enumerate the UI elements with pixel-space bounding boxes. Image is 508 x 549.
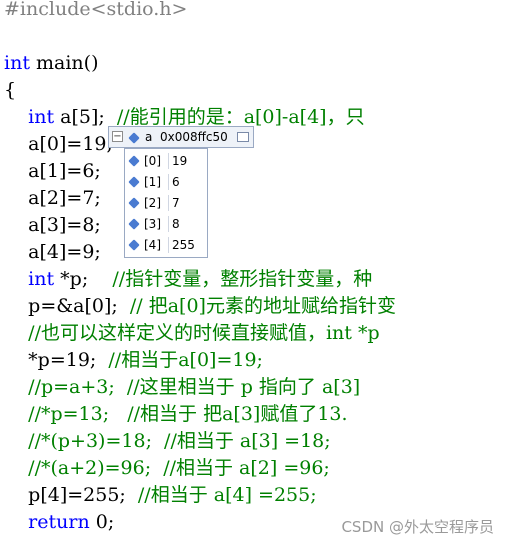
code-line[interactable]: //*p=13; //相当于 把a[3]赋值了13. bbox=[4, 401, 348, 428]
element-value[interactable]: 6 bbox=[172, 175, 180, 189]
code-token: a[5]; bbox=[54, 106, 117, 128]
column-divider bbox=[168, 153, 169, 169]
code-token: p=&a[0]; bbox=[4, 295, 130, 317]
code-token: a[4]=9; bbox=[4, 241, 101, 263]
code-token: *p; bbox=[54, 268, 113, 290]
element-index: [1] bbox=[144, 175, 161, 189]
pin-icon[interactable] bbox=[237, 132, 249, 142]
element-index: [2] bbox=[144, 196, 161, 210]
code-line[interactable]: a[1]=6; bbox=[4, 158, 101, 185]
code-token: //也可以这样定义的时候直接赋值，int *p bbox=[28, 322, 380, 344]
code-line[interactable]: #include<stdio.h> bbox=[4, 0, 187, 23]
code-token: //相当于 a[4] =255; bbox=[137, 484, 317, 506]
element-value[interactable]: 7 bbox=[172, 196, 180, 210]
watermark: CSDN @外太空程序员 bbox=[341, 518, 494, 536]
code-token: *p=19; bbox=[4, 349, 109, 371]
column-divider bbox=[168, 237, 169, 253]
code-token: //能引用的是：a[0]-a[4]，只 bbox=[116, 106, 365, 128]
datatip-row[interactable]: [1] 6 bbox=[125, 172, 209, 192]
code-token: a[1]=6; bbox=[4, 160, 101, 182]
code-line[interactable]: //p=a+3; //这里相当于 p 指向了 a[3] bbox=[4, 374, 360, 401]
code-line[interactable]: return 0; bbox=[4, 509, 114, 536]
code-line[interactable]: //*(p+3)=18; //相当于 a[3] =18; bbox=[4, 428, 331, 455]
code-token: // 把a[0]元素的地址赋给指针变 bbox=[129, 295, 396, 317]
code-token: return bbox=[28, 511, 90, 533]
datatip-row[interactable]: [2] 7 bbox=[125, 193, 209, 213]
element-index: [3] bbox=[144, 217, 161, 231]
datatip-row[interactable]: [0] 19 bbox=[125, 151, 209, 171]
code-line[interactable]: //也可以这样定义的时候直接赋值，int *p bbox=[4, 320, 380, 347]
code-token: //指针变量，整形指针变量，种 bbox=[112, 268, 373, 290]
column-divider bbox=[168, 216, 169, 232]
code-token: a[0]=19; bbox=[4, 133, 113, 155]
code-line[interactable]: a[0]=19; bbox=[4, 131, 113, 158]
code-token: //*p=13; //相当于 把a[3]赋值了13. bbox=[28, 403, 348, 425]
code-token: int bbox=[4, 52, 30, 74]
variable-icon bbox=[128, 132, 140, 144]
element-index: [4] bbox=[144, 238, 161, 252]
code-token: 0; bbox=[89, 511, 115, 533]
code-line[interactable]: a[2]=7; bbox=[4, 185, 101, 212]
column-divider bbox=[168, 174, 169, 190]
code-token: //*(a+2)=96; //相当于 a[2] =96; bbox=[28, 457, 330, 479]
element-value[interactable]: 8 bbox=[172, 217, 180, 231]
datatip-children-list: [0] 19 [1] 6 [2] 7 [3] 8 [4] 255 bbox=[124, 148, 208, 258]
code-token: p[4]=255; bbox=[4, 484, 138, 506]
column-divider bbox=[168, 195, 169, 211]
datatip-row[interactable]: [3] 8 bbox=[125, 214, 209, 234]
code-token: a[3]=8; bbox=[4, 214, 101, 236]
code-line[interactable]: *p=19; //相当于a[0]=19; bbox=[4, 347, 263, 374]
variable-icon bbox=[128, 218, 140, 230]
element-value[interactable]: 255 bbox=[172, 238, 195, 252]
datatip-row[interactable]: [4] 255 bbox=[125, 235, 209, 255]
code-editor[interactable]: #include<stdio.h> int main(){ int a[5]; /… bbox=[0, 0, 508, 549]
variable-icon bbox=[128, 155, 140, 167]
code-line[interactable]: a[3]=8; bbox=[4, 212, 101, 239]
code-line[interactable]: { bbox=[4, 77, 16, 104]
element-value[interactable]: 19 bbox=[172, 154, 187, 168]
element-index: [0] bbox=[144, 154, 161, 168]
code-line[interactable]: //*(a+2)=96; //相当于 a[2] =96; bbox=[4, 455, 330, 482]
collapse-icon[interactable]: − bbox=[112, 131, 123, 142]
code-token: { bbox=[4, 79, 17, 101]
code-token: //*(p+3)=18; //相当于 a[3] =18; bbox=[28, 430, 331, 452]
code-token: int bbox=[28, 106, 55, 128]
code-token: a[2]=7; bbox=[4, 187, 101, 209]
datatip-header[interactable]: − a 0x008ffc50 bbox=[108, 126, 254, 148]
code-line[interactable]: a[4]=9; bbox=[4, 239, 101, 266]
variable-icon bbox=[128, 176, 140, 188]
code-line[interactable]: p=&a[0]; // 把a[0]元素的地址赋给指针变 bbox=[4, 293, 396, 320]
code-token: int bbox=[28, 268, 55, 290]
code-token: //相当于a[0]=19; bbox=[108, 349, 263, 371]
code-line[interactable]: int *p; //指针变量，整形指针变量，种 bbox=[4, 266, 372, 293]
variable-icon bbox=[128, 239, 140, 251]
datatip-variable-value[interactable]: 0x008ffc50 bbox=[160, 130, 228, 144]
datatip-variable-name: a bbox=[145, 130, 153, 144]
code-token: #include<stdio.h> bbox=[4, 0, 188, 20]
variable-icon bbox=[128, 197, 140, 209]
code-token: //p=a+3; //这里相当于 p 指向了 a[3] bbox=[28, 376, 361, 398]
code-token: main() bbox=[29, 52, 99, 74]
code-line[interactable]: p[4]=255; //相当于 a[4] =255; bbox=[4, 482, 317, 509]
code-line[interactable]: int main() bbox=[4, 50, 98, 77]
